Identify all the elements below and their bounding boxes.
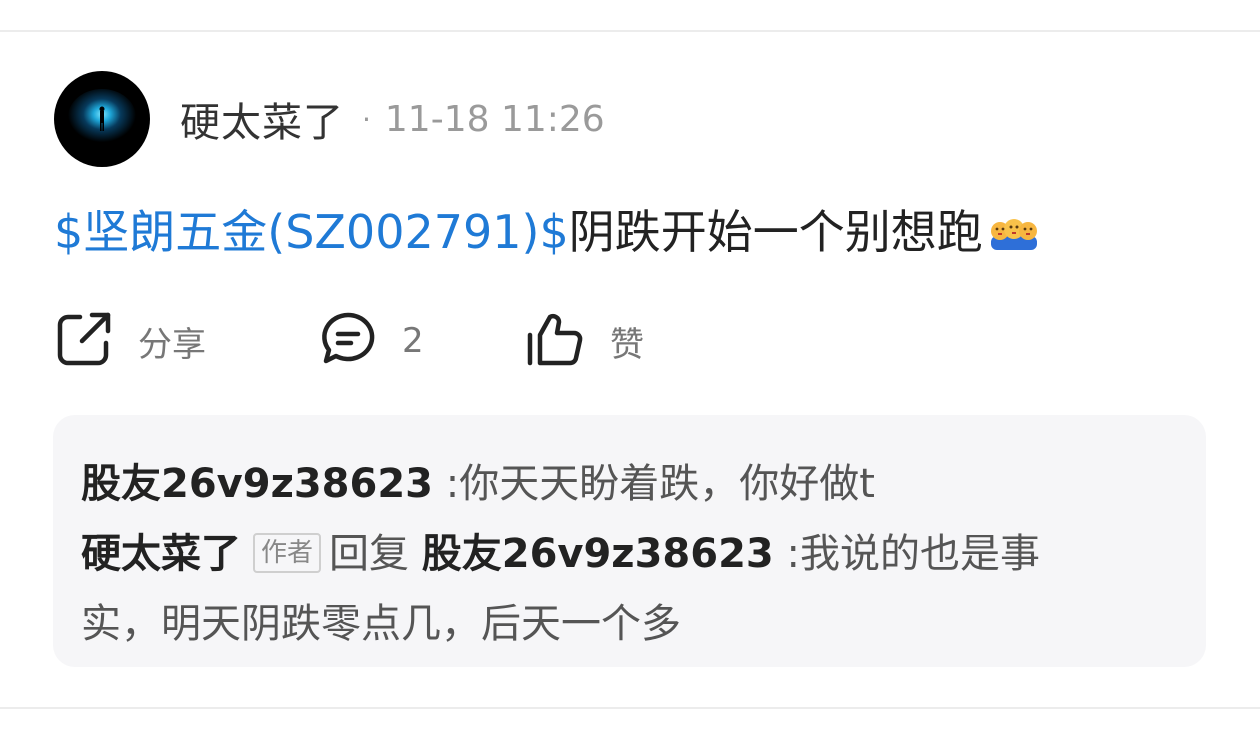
comment-text: 你天天盼着跌，你好做t [459, 461, 875, 507]
comment-icon [318, 309, 378, 373]
comment-panel[interactable]: 股友26v9z38623 :你天天盼着跌，你好做t 硬太菜了 作者 回复 股友26v… [53, 415, 1206, 667]
like-label: 赞 [610, 324, 644, 365]
reply-colon: : [786, 531, 800, 577]
like-button[interactable]: 赞 [526, 308, 644, 374]
hug-emoji-icon [989, 204, 1039, 268]
post-author[interactable]: 硬太菜了 [180, 90, 344, 148]
post-text: 阴跌开始一个别想跑 [568, 205, 983, 259]
share-button[interactable]: 分享 [54, 308, 206, 374]
avatar[interactable] [54, 71, 150, 167]
thumbs-up-icon [526, 309, 586, 373]
share-label: 分享 [138, 324, 206, 365]
commenter-name[interactable]: 股友26v9z38623 [81, 461, 433, 507]
comment-count: 2 [402, 321, 424, 361]
comment-colon: : [433, 461, 460, 507]
bottom-divider [0, 707, 1260, 709]
reply-word: 回复 [329, 531, 410, 577]
reply-target-name[interactable]: 股友26v9z38623 [422, 531, 774, 577]
post-header: 硬太菜了 · 11-18 11:26 [54, 71, 605, 167]
reply-text-line1: 我说的也是事 [799, 531, 1040, 577]
replier-name[interactable]: 硬太菜了 [81, 531, 241, 577]
action-bar: 分享 2 赞 [54, 308, 754, 374]
reply-text-continuation: 实，明天阴跌零点几，后天一个多 [81, 591, 681, 649]
author-badge: 作者 [253, 533, 322, 573]
stock-link[interactable]: $坚朗五金(SZ002791)$ [54, 205, 569, 259]
post-content: $坚朗五金(SZ002791)$阴跌开始一个别想跑 [54, 200, 1039, 268]
share-icon [54, 309, 114, 373]
reply-text-line2: 实，明天阴跌零点几，后天一个多 [81, 601, 681, 647]
separator-dot: · [362, 102, 371, 136]
post-card: 硬太菜了 · 11-18 11:26 $坚朗五金(SZ002791)$阴跌开始一… [0, 0, 1260, 744]
comment-item[interactable]: 股友26v9z38623 :你天天盼着跌，你好做t [81, 451, 875, 509]
post-timestamp: 11-18 11:26 [384, 98, 605, 140]
comment-button[interactable]: 2 [318, 308, 424, 374]
reply-item[interactable]: 硬太菜了 作者 回复 股友26v9z38623 :我说的也是事 [81, 521, 1040, 579]
